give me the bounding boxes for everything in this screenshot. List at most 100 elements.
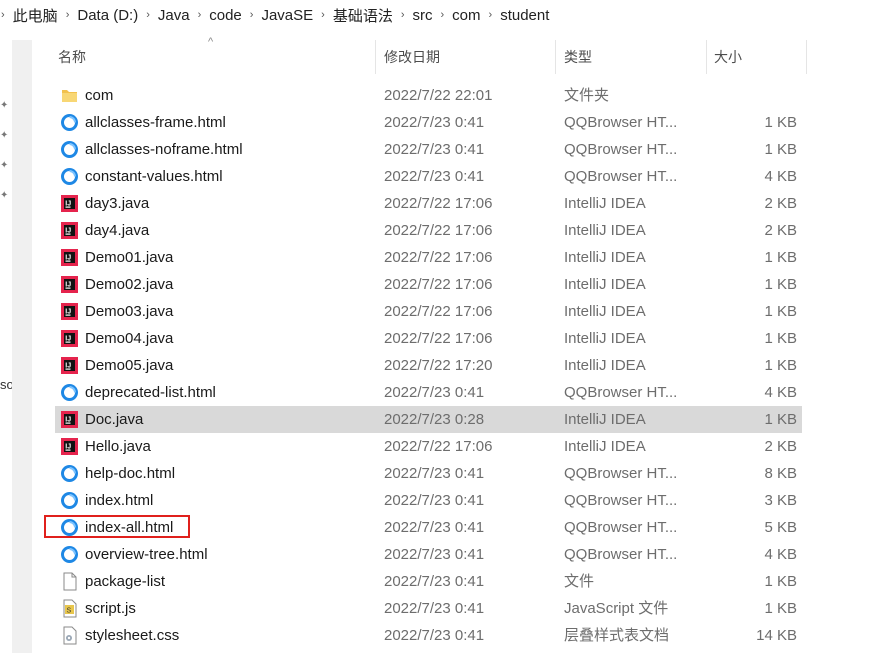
chevron-right-icon[interactable]: › xyxy=(489,9,493,21)
file-date: 2022/7/23 0:41 xyxy=(384,141,485,158)
chevron-right-icon[interactable]: › xyxy=(401,9,405,21)
file-type: IntelliJ IDEA xyxy=(564,303,646,320)
file-type: QQBrowser HT... xyxy=(564,546,678,563)
column-header-type[interactable]: 类型 xyxy=(556,40,707,74)
file-name[interactable]: day4.java xyxy=(85,217,149,244)
file-size: 1 KB xyxy=(764,357,797,374)
file-name[interactable]: Demo05.java xyxy=(85,352,173,379)
chevron-right-icon[interactable]: › xyxy=(250,9,254,21)
file-size: 3 KB xyxy=(764,492,797,509)
file-name[interactable]: Demo03.java xyxy=(85,298,173,325)
pin-icon: ✦ xyxy=(0,160,9,171)
file-name[interactable]: index.html xyxy=(85,487,153,514)
intellij-icon: IJ xyxy=(60,410,79,429)
file-row[interactable]: IJ Demo04.java 2022/7/22 17:06 IntelliJ IDE… xyxy=(55,325,802,352)
file-row[interactable]: IJ Doc.java 2022/7/23 0:28 IntelliJ IDEA 1 K… xyxy=(55,406,802,433)
chevron-right-icon[interactable]: › xyxy=(66,9,70,21)
breadcrumb-segment[interactable]: JavaSE xyxy=(261,7,313,24)
svg-text:IJ: IJ xyxy=(65,336,71,343)
file-name[interactable]: script.js xyxy=(85,595,136,622)
svg-text:IJ: IJ xyxy=(65,444,71,451)
breadcrumb-segment[interactable]: com xyxy=(452,7,480,24)
file-size: 4 KB xyxy=(764,546,797,563)
file-name[interactable]: com xyxy=(85,82,113,109)
file-type: IntelliJ IDEA xyxy=(564,330,646,347)
file-row[interactable]: IJ Demo03.java 2022/7/22 17:06 IntelliJ IDE… xyxy=(55,298,802,325)
file-name[interactable]: Hello.java xyxy=(85,433,151,460)
file-row[interactable]: allclasses-noframe.html 2022/7/23 0:41 QQB… xyxy=(55,136,802,163)
file-date: 2022/7/22 17:06 xyxy=(384,330,493,347)
file-row[interactable]: com 2022/7/22 22:01 文件夹 xyxy=(55,82,802,109)
qqbrowser-icon xyxy=(60,113,79,132)
breadcrumb-segment[interactable]: Java xyxy=(158,7,190,24)
file-name[interactable]: package-list xyxy=(85,568,165,595)
file-date: 2022/7/22 17:06 xyxy=(384,276,493,293)
intellij-icon: IJ xyxy=(60,329,79,348)
column-header-name[interactable]: 名称 ^ xyxy=(45,36,376,74)
file-row[interactable]: IJ day3.java 2022/7/22 17:06 IntelliJ IDEA 2… xyxy=(55,190,802,217)
file-date: 2022/7/22 17:06 xyxy=(384,222,493,239)
column-header-date[interactable]: 修改日期 xyxy=(376,40,556,74)
file-date: 2022/7/23 0:41 xyxy=(384,168,485,185)
file-row[interactable]: Sscript.js 2022/7/23 0:41 JavaScript 文件 1 K… xyxy=(55,595,802,622)
file-name[interactable]: deprecated-list.html xyxy=(85,379,216,406)
file-name[interactable]: help-doc.html xyxy=(85,460,175,487)
column-header-type-label: 类型 xyxy=(564,49,592,65)
file-row[interactable]: IJ Demo02.java 2022/7/22 17:06 IntelliJ IDE… xyxy=(55,271,802,298)
file-name[interactable]: Demo04.java xyxy=(85,325,173,352)
file-row[interactable]: package-list 2022/7/23 0:41 文件 1 KB xyxy=(55,568,802,595)
file-name[interactable]: Demo02.java xyxy=(85,271,173,298)
file-name[interactable]: constant-values.html xyxy=(85,163,223,190)
breadcrumb-segment[interactable]: Data (D:) xyxy=(77,7,138,24)
vertical-scrollbar[interactable] xyxy=(12,40,32,653)
file-name[interactable]: Doc.java xyxy=(85,406,143,433)
file-row[interactable]: IJ Hello.java 2022/7/22 17:06 IntelliJ IDEA… xyxy=(55,433,802,460)
file-type: JavaScript 文件 xyxy=(564,600,669,617)
intellij-icon: IJ xyxy=(60,275,79,294)
file-size: 2 KB xyxy=(764,438,797,455)
css-file-icon xyxy=(60,626,79,645)
file-name[interactable]: Demo01.java xyxy=(85,244,173,271)
qqbrowser-icon xyxy=(60,167,79,186)
file-row[interactable]: IJ day4.java 2022/7/22 17:06 IntelliJ IDEA 2… xyxy=(55,217,802,244)
breadcrumb-segment[interactable]: 此电脑 xyxy=(13,5,58,26)
breadcrumb-segment[interactable]: code xyxy=(209,7,242,24)
file-date: 2022/7/23 0:41 xyxy=(384,492,485,509)
file-name[interactable]: day3.java xyxy=(85,190,149,217)
file-row[interactable]: IJ Demo05.java 2022/7/22 17:20 IntelliJ IDE… xyxy=(55,352,802,379)
column-header-size[interactable]: 大小 xyxy=(707,40,807,74)
file-size: 2 KB xyxy=(764,195,797,212)
breadcrumb-segment[interactable]: src xyxy=(413,7,433,24)
chevron-right-icon[interactable]: › xyxy=(441,9,445,21)
file-date: 2022/7/22 17:20 xyxy=(384,357,493,374)
file-row[interactable]: help-doc.html 2022/7/23 0:41 QQBrowser HT.… xyxy=(55,460,802,487)
file-row[interactable]: IJ Demo01.java 2022/7/22 17:06 IntelliJ IDE… xyxy=(55,244,802,271)
file-name[interactable]: allclasses-noframe.html xyxy=(85,136,243,163)
chevron-right-icon[interactable]: › xyxy=(198,9,202,21)
blank-file-icon xyxy=(60,572,79,591)
file-name[interactable]: allclasses-frame.html xyxy=(85,109,226,136)
chevron-right-icon[interactable]: › xyxy=(1,9,5,21)
breadcrumb-segment[interactable]: 基础语法 xyxy=(333,5,393,26)
file-size: 5 KB xyxy=(764,519,797,536)
file-row[interactable]: index.html 2022/7/23 0:41 QQBrowser HT... 3… xyxy=(55,487,802,514)
scrollbar-thumb[interactable] xyxy=(15,40,29,653)
chevron-right-icon[interactable]: › xyxy=(321,9,325,21)
file-size: 4 KB xyxy=(764,168,797,185)
file-row[interactable]: stylesheet.css 2022/7/23 0:41 层叠样式表文档 14 KB xyxy=(55,622,802,649)
svg-text:IJ: IJ xyxy=(65,255,71,262)
file-row[interactable]: deprecated-list.html 2022/7/23 0:41 QQBrow… xyxy=(55,379,802,406)
file-size: 4 KB xyxy=(764,384,797,401)
chevron-right-icon[interactable]: › xyxy=(146,9,150,21)
intellij-icon: IJ xyxy=(60,194,79,213)
breadcrumb-segment[interactable]: student xyxy=(500,7,549,24)
file-name[interactable]: stylesheet.css xyxy=(85,622,179,649)
file-row[interactable]: overview-tree.html 2022/7/23 0:41 QQBrowse… xyxy=(55,541,802,568)
svg-text:S: S xyxy=(67,608,72,615)
column-headers: 名称 ^ 修改日期 类型 大小 xyxy=(45,36,845,74)
file-row[interactable]: constant-values.html 2022/7/23 0:41 QQBrow… xyxy=(55,163,802,190)
file-row[interactable]: allclasses-frame.html 2022/7/23 0:41 QQBro… xyxy=(55,109,802,136)
file-date: 2022/7/23 0:41 xyxy=(384,384,485,401)
file-date: 2022/7/23 0:41 xyxy=(384,519,485,536)
file-name[interactable]: overview-tree.html xyxy=(85,541,208,568)
